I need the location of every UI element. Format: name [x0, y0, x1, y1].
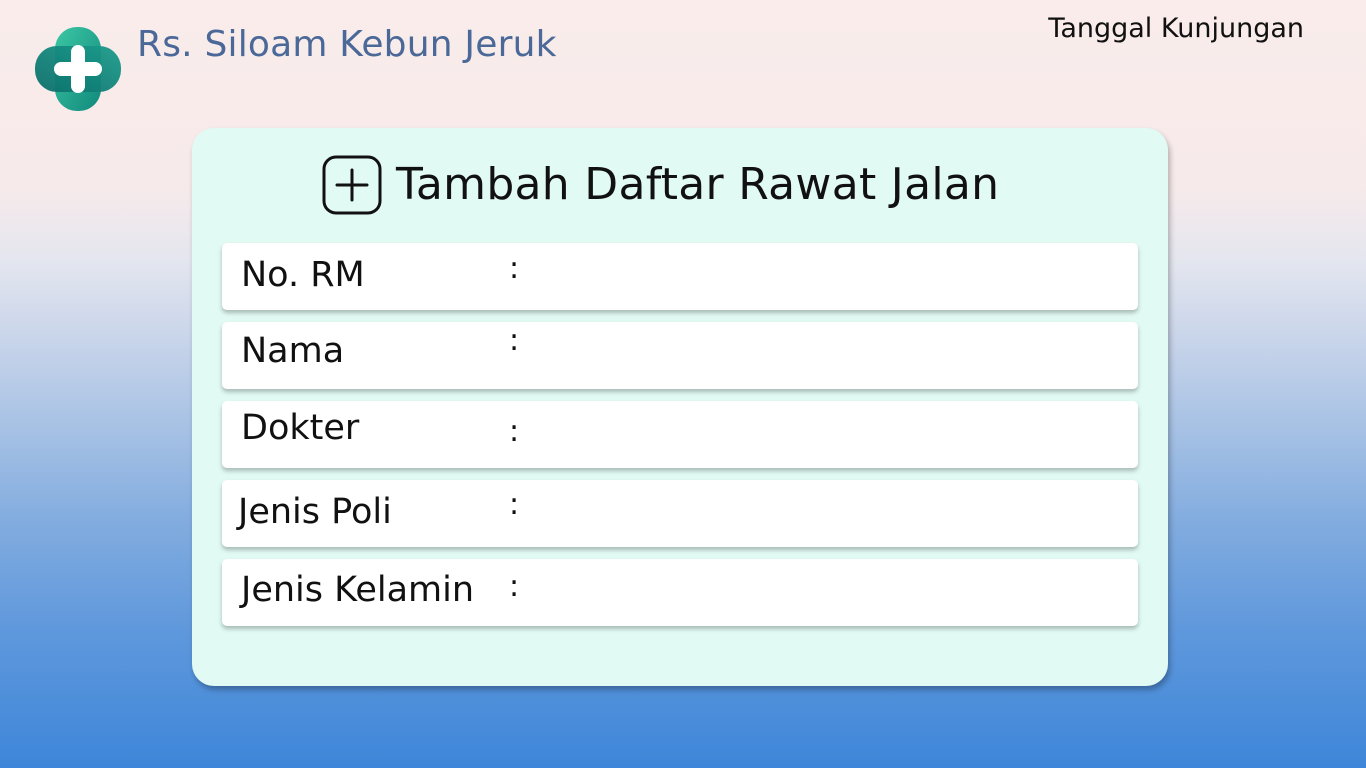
visit-date-label: Tanggal Kunjungan [1048, 13, 1304, 44]
add-square-icon[interactable] [322, 155, 382, 215]
jenis-kelamin-field[interactable] [542, 571, 1118, 615]
field-label: No. RM [241, 255, 365, 295]
nama-field[interactable] [542, 334, 1118, 378]
outpatient-form-card: Tambah Daftar Rawat Jalan No. RM : Nama … [192, 128, 1168, 686]
no-rm-field[interactable] [542, 255, 1118, 299]
field-row-jenis-poli[interactable]: Jenis Poli : [222, 480, 1138, 547]
form-title: Tambah Daftar Rawat Jalan [396, 159, 1000, 210]
medical-cross-icon [33, 25, 123, 113]
field-separator: : [509, 569, 520, 604]
field-separator: : [509, 487, 520, 522]
field-row-nama[interactable]: Nama : [222, 322, 1138, 389]
hospital-name: Rs. Siloam Kebun Jeruk [137, 24, 557, 65]
field-label: Jenis Kelamin [241, 570, 475, 610]
field-label: Dokter [241, 408, 360, 448]
field-row-no-rm[interactable]: No. RM : [222, 243, 1138, 310]
field-label: Nama [241, 331, 345, 371]
field-separator: : [509, 251, 520, 286]
field-row-jenis-kelamin[interactable]: Jenis Kelamin : [222, 559, 1138, 626]
card-header: Tambah Daftar Rawat Jalan [322, 153, 999, 217]
dokter-field[interactable] [542, 413, 1118, 457]
jenis-poli-field[interactable] [542, 492, 1118, 536]
field-separator: : [509, 323, 520, 358]
field-label: Jenis Poli [238, 492, 392, 532]
field-row-dokter[interactable]: Dokter : [222, 401, 1138, 468]
field-separator: : [509, 414, 520, 449]
